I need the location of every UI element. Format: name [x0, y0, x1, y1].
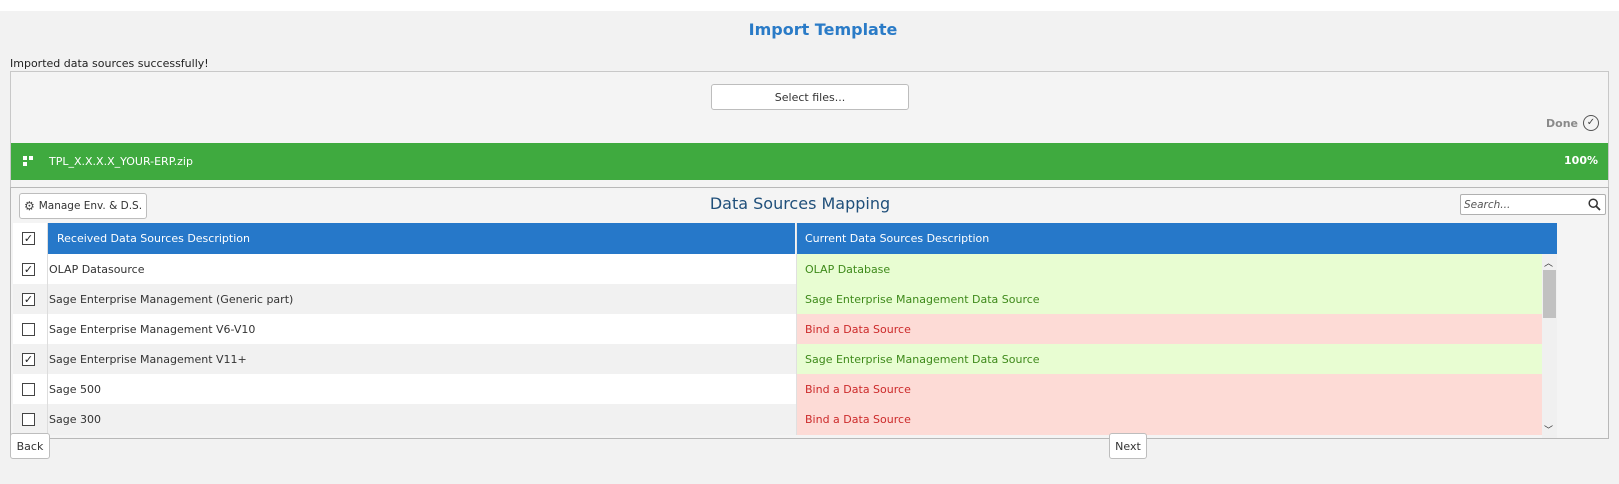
row-checkbox[interactable]: ✓: [22, 293, 35, 306]
row-checkbox-cell: ✓: [13, 344, 48, 375]
header-scroll-spacer: [1542, 223, 1557, 254]
back-button[interactable]: Back: [10, 433, 50, 459]
data-sources-mapping-panel: Data Sources Mapping ⚙ Manage Env. & D.S…: [10, 187, 1609, 439]
column-header-received[interactable]: Received Data Sources Description: [48, 223, 795, 254]
received-description-cell: Sage 300: [49, 413, 101, 426]
table-row[interactable]: Sage 300 Bind a Data Source: [13, 404, 1542, 435]
row-checkbox[interactable]: ✓: [22, 353, 35, 366]
page-title: Import Template: [748, 20, 898, 39]
row-checkbox[interactable]: [22, 323, 35, 336]
row-checkbox[interactable]: [22, 383, 35, 396]
received-description-cell: Sage Enterprise Management V11+: [49, 353, 247, 366]
received-description-cell: Sage 500: [49, 383, 101, 396]
select-all-checkbox[interactable]: ✓: [22, 232, 35, 245]
upload-panel: Select files... Done ✓ TPL_X.X.X.X_YOUR-…: [10, 71, 1609, 194]
row-checkbox-cell: [13, 314, 48, 345]
column-header-current[interactable]: Current Data Sources Description: [796, 223, 1542, 254]
import-status-message: Imported data sources successfully!: [10, 57, 209, 70]
table-row[interactable]: ✓ Sage Enterprise Management (Generic par…: [13, 284, 1542, 315]
bind-data-source-cell[interactable]: Bind a Data Source: [796, 314, 1542, 345]
current-description-cell[interactable]: Sage Enterprise Management Data Source: [796, 284, 1542, 315]
header-checkbox-cell: ✓: [13, 223, 48, 254]
row-checkbox-cell: ✓: [13, 254, 48, 285]
bind-data-source-cell[interactable]: Bind a Data Source: [796, 374, 1542, 405]
row-checkbox[interactable]: ✓: [22, 263, 35, 276]
check-circle-icon: ✓: [1583, 115, 1599, 131]
gear-icon: ⚙: [23, 199, 35, 213]
bind-data-source-cell[interactable]: Bind a Data Source: [796, 404, 1542, 435]
chevron-up-icon[interactable]: ︿: [1544, 256, 1553, 269]
table-row[interactable]: Sage 500 Bind a Data Source: [13, 374, 1542, 405]
table-row[interactable]: ✓ OLAP Datasource OLAP Database: [13, 254, 1542, 285]
search-box: [1460, 194, 1606, 215]
row-checkbox-cell: [13, 404, 48, 435]
upload-progress-bar: TPL_X.X.X.X_YOUR-ERP.zip 100%: [11, 143, 1608, 180]
table-row[interactable]: ✓ Sage Enterprise Management V11+ Sage Ent…: [13, 344, 1542, 375]
current-description-cell[interactable]: OLAP Database: [796, 254, 1542, 285]
row-checkbox[interactable]: [22, 413, 35, 426]
received-description-cell: Sage Enterprise Management V6-V10: [49, 323, 256, 336]
mapping-grid: ✓ Received Data Sources Description Curr…: [13, 223, 1607, 438]
select-files-button[interactable]: Select files...: [711, 84, 909, 110]
current-description-cell[interactable]: Sage Enterprise Management Data Source: [796, 344, 1542, 375]
import-template-page: Import Template Imported data sources su…: [0, 11, 1619, 484]
chevron-down-icon[interactable]: ﹀: [1544, 423, 1553, 436]
manage-env-ds-button[interactable]: ⚙ Manage Env. & D.S.: [19, 193, 147, 219]
search-input[interactable]: [1464, 197, 1584, 213]
manage-env-ds-label: Manage Env. & D.S.: [38, 200, 143, 212]
uploaded-file-name: TPL_X.X.X.X_YOUR-ERP.zip: [49, 155, 193, 168]
upload-progress-percent: 100%: [1564, 154, 1598, 167]
grid-rows: ✓ OLAP Datasource OLAP Database ✓ Sage Enter…: [13, 254, 1542, 438]
grid-scrollbar[interactable]: ︿ ﹀: [1542, 254, 1557, 438]
row-checkbox-cell: [13, 374, 48, 405]
mapping-title: Data Sources Mapping: [709, 194, 891, 213]
table-row[interactable]: Sage Enterprise Management V6-V10 Bind a …: [13, 314, 1542, 345]
next-button[interactable]: Next: [1109, 433, 1147, 459]
row-checkbox-cell: ✓: [13, 284, 48, 315]
received-description-cell: OLAP Datasource: [49, 263, 145, 276]
received-description-cell: Sage Enterprise Management (Generic part…: [49, 293, 294, 306]
done-label: Done: [1546, 117, 1578, 130]
scrollbar-thumb[interactable]: [1543, 270, 1556, 318]
search-icon[interactable]: [1588, 198, 1601, 211]
file-grip-icon: [23, 156, 33, 166]
grid-header: ✓ Received Data Sources Description Curr…: [13, 223, 1607, 254]
